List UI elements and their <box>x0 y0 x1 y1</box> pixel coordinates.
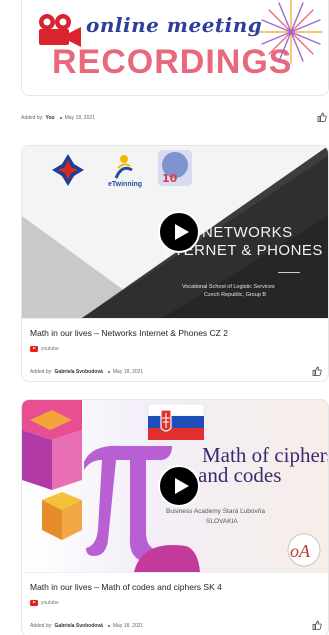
added-by-label: Added by: <box>30 369 53 375</box>
video-source[interactable]: youtube <box>30 346 59 352</box>
etwinning-logo-icon <box>114 155 133 179</box>
post-card-networks-video[interactable]: eTwinning 10 NETWORKS INTERNET & PHONES … <box>21 145 329 382</box>
video-thumbnail[interactable]: eTwinning 10 NETWORKS INTERNET & PHONES … <box>22 146 328 318</box>
thumbnail-subtitle-line-2: SLOVAKIA <box>206 518 238 525</box>
thumbnail-subtitle-line-2: Czech Republic, Group B <box>204 292 267 298</box>
post-card-recordings[interactable]: online meeting RECORDINGS <box>21 0 329 96</box>
thumbnail-subtitle-line-1: Business Academy Stará Ľubovňa <box>166 508 266 515</box>
video-title[interactable]: Math in our lives – Networks Internet & … <box>30 328 228 338</box>
youtube-icon <box>30 600 38 606</box>
padlet-feed: online meeting RECORDINGS Added by: You … <box>0 0 329 635</box>
video-source[interactable]: youtube <box>30 600 59 606</box>
separator-dot <box>107 371 110 373</box>
post-card-body: Math in our lives – Networks Internet & … <box>22 318 328 381</box>
added-by-label: Added by: <box>21 115 44 121</box>
banner-line-online-meeting: online meeting <box>86 13 263 37</box>
author-name[interactable]: Gabriela Svobodová <box>55 623 103 629</box>
etwinning-label: eTwinning <box>108 181 143 188</box>
video-title[interactable]: Math in our lives – Math of codes and ci… <box>30 582 222 592</box>
post-date: May 18, 2021 <box>64 115 95 121</box>
separator-dot <box>107 625 110 627</box>
svg-text:oA: oA <box>290 541 311 561</box>
source-label: youtube <box>41 600 59 606</box>
added-by-label: Added by: <box>30 623 53 629</box>
recordings-banner: online meeting RECORDINGS <box>22 0 328 95</box>
post-date: May 18, 2021 <box>112 369 144 375</box>
thumbnail-divider <box>278 272 300 273</box>
post-card-body: Math in our lives – Math of codes and ci… <box>22 572 328 635</box>
youtube-icon <box>30 346 38 352</box>
post-meta-networks: Added by: Gabriela Svobodová May 18, 202… <box>30 366 322 378</box>
thumbs-up-icon[interactable] <box>312 620 322 630</box>
separator-dot <box>59 117 62 119</box>
firework-decoration <box>259 0 323 64</box>
thumbnail-title-line-2: and codes <box>198 463 282 487</box>
thumbnail-title-line-1: NETWORKS <box>202 224 293 241</box>
play-button[interactable] <box>158 465 200 507</box>
post-card-ciphers-video[interactable]: oA Math of ciphers and codes Business Ac… <box>21 399 329 635</box>
project-logo-icon: 10 <box>158 150 192 186</box>
svg-text:10: 10 <box>162 172 178 185</box>
author-name[interactable]: You <box>46 115 55 121</box>
source-label: youtube <box>41 346 59 352</box>
post-meta-ciphers: Added by: Gabriela Svobodová May 18, 202… <box>30 620 322 632</box>
thumbnail-subtitle-line-1: Vocational School of Logistic Services <box>182 284 275 290</box>
author-name[interactable]: Gabriela Svobodová <box>55 369 103 375</box>
thumbs-up-icon[interactable] <box>317 112 327 122</box>
post-meta-recordings: Added by: You May 18, 2021 <box>21 111 329 125</box>
video-camera-icon <box>39 14 81 47</box>
video-thumbnail[interactable]: oA Math of ciphers and codes Business Ac… <box>22 400 328 572</box>
play-button[interactable] <box>158 211 200 253</box>
school-logo-icon <box>52 154 84 186</box>
post-date: May 18, 2021 <box>112 623 144 629</box>
thumbs-up-icon[interactable] <box>312 366 322 376</box>
